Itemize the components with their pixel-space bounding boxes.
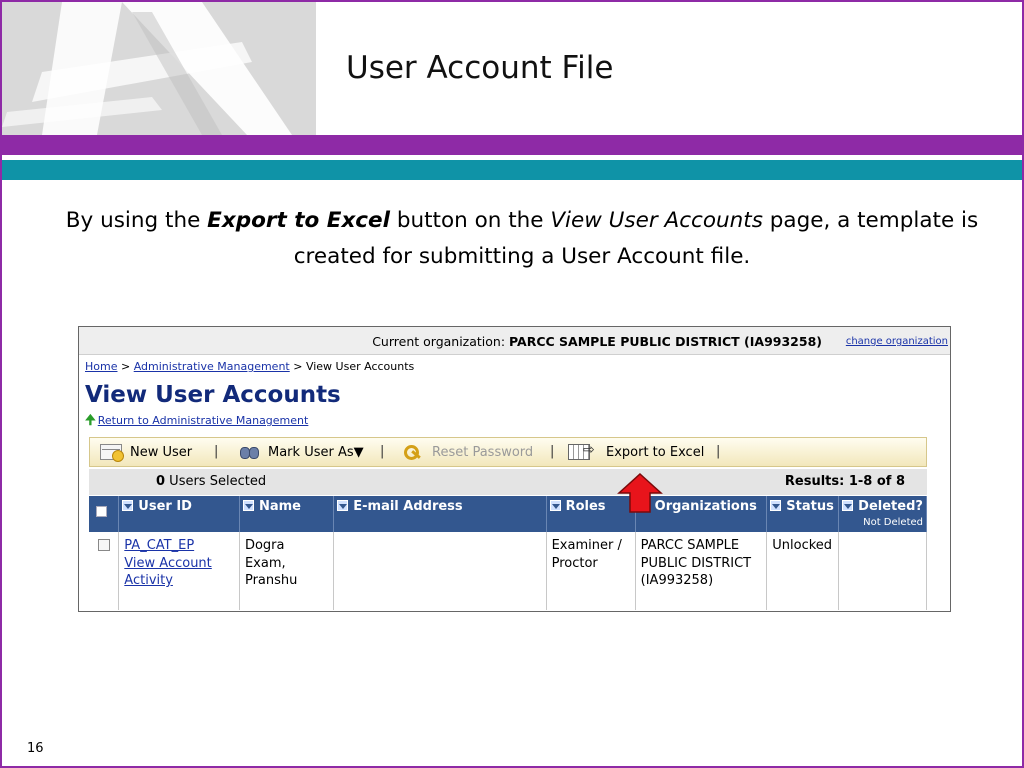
header-organizations-label: Organizations bbox=[654, 499, 757, 514]
view-account-activity-link[interactable]: View Account Activity bbox=[124, 556, 211, 589]
toolbar-separator: | bbox=[380, 444, 385, 459]
user-toolbar: New User | Mark User As▼ | Reset Passwor… bbox=[89, 437, 927, 467]
return-row: 🠉 Return to Administrative Management bbox=[85, 411, 308, 433]
selection-results-row: 0 Users Selected Results: 1-8 of 8 bbox=[89, 469, 927, 495]
new-user-label: New User bbox=[130, 444, 193, 460]
teal-divider-bar bbox=[2, 160, 1022, 180]
header-deleted-label: Deleted? bbox=[858, 499, 923, 514]
intro-text-part: By using the bbox=[65, 208, 208, 233]
table-header-row: User ID Name E-mail Address Roles Organi… bbox=[89, 496, 927, 532]
select-all-checkbox[interactable] bbox=[96, 506, 107, 517]
mark-user-as-button[interactable]: Mark User As▼ bbox=[238, 444, 364, 460]
header-roles-label: Roles bbox=[565, 499, 606, 514]
slide-title: User Account File bbox=[346, 50, 614, 86]
binoculars-icon bbox=[238, 444, 260, 460]
users-selected-count: 0 bbox=[156, 474, 166, 489]
header-status-label: Status bbox=[786, 499, 834, 514]
sort-icon bbox=[842, 500, 854, 511]
sort-icon bbox=[549, 500, 561, 511]
status-cell: Unlocked bbox=[766, 532, 840, 610]
reset-password-button[interactable]: Reset Password bbox=[402, 444, 533, 460]
view-user-accounts-screenshot: Current organization: PARCC SAMPLE PUBLI… bbox=[78, 326, 951, 612]
org-label-text: Current organization: bbox=[372, 334, 510, 349]
change-organization-link[interactable]: change organization bbox=[846, 336, 948, 347]
export-to-excel-button[interactable]: Export to Excel bbox=[568, 442, 705, 460]
users-selected-label: Users Selected bbox=[165, 474, 267, 489]
header-user-id-label: User ID bbox=[138, 499, 192, 514]
breadcrumb-current: View User Accounts bbox=[305, 360, 415, 373]
header-deleted[interactable]: Deleted? Not Deleted bbox=[838, 496, 927, 532]
current-organization-bar: Current organization: PARCC SAMPLE PUBLI… bbox=[79, 327, 950, 355]
user-id-cell: PA_CAT_EP View Account Activity bbox=[118, 532, 240, 610]
toolbar-separator: | bbox=[550, 444, 555, 459]
header-name-label: Name bbox=[258, 499, 301, 514]
header-name[interactable]: Name bbox=[239, 496, 335, 532]
red-up-arrow-icon bbox=[617, 473, 663, 513]
brand-logo bbox=[2, 2, 316, 135]
roles-cell: Examiner / Proctor bbox=[546, 532, 636, 610]
intro-emphasis-view: View User Accounts bbox=[550, 208, 763, 233]
intro-text-part: button on the bbox=[390, 208, 551, 233]
organizations-cell: PARCC SAMPLE PUBLIC DISTRICT (IA993258) bbox=[635, 532, 768, 610]
excel-export-icon bbox=[568, 442, 595, 460]
name-cell: Dogra Exam, Pranshu bbox=[239, 532, 335, 610]
users-selected: 0 Users Selected bbox=[156, 474, 266, 489]
breadcrumb: Home > Administrative Management > View … bbox=[85, 360, 414, 373]
results-count: Results: 1-8 of 8 bbox=[784, 474, 905, 489]
user-id-link[interactable]: PA_CAT_EP bbox=[124, 538, 194, 553]
table-row: PA_CAT_EP View Account Activity Dogra Exa… bbox=[89, 532, 927, 610]
export-to-excel-label: Export to Excel bbox=[606, 444, 705, 460]
deleted-cell bbox=[838, 532, 927, 610]
sort-icon bbox=[770, 500, 782, 511]
breadcrumb-separator: > bbox=[117, 360, 134, 373]
letter-a-logo-icon bbox=[2, 2, 316, 135]
page-number: 16 bbox=[27, 741, 44, 756]
header-user-id[interactable]: User ID bbox=[118, 496, 240, 532]
sort-icon bbox=[337, 500, 349, 511]
header-email[interactable]: E-mail Address bbox=[333, 496, 547, 532]
user-accounts-table: User ID Name E-mail Address Roles Organi… bbox=[89, 496, 927, 610]
reset-password-label: Reset Password bbox=[432, 444, 534, 460]
intro-text: By using the Export to Excel button on t… bbox=[40, 203, 1004, 275]
page-heading: View User Accounts bbox=[85, 382, 341, 408]
intro-emphasis-export: Export to Excel bbox=[207, 208, 391, 233]
sort-icon bbox=[122, 500, 134, 511]
current-organization-label: Current organization: PARCC SAMPLE PUBLI… bbox=[372, 334, 822, 349]
sort-icon bbox=[242, 500, 254, 511]
key-icon bbox=[402, 444, 424, 460]
toolbar-separator: | bbox=[214, 444, 219, 459]
row-select-cell bbox=[89, 532, 120, 610]
return-to-admin-link[interactable]: Return to Administrative Management bbox=[98, 414, 309, 427]
new-user-icon bbox=[100, 444, 124, 462]
email-cell bbox=[333, 532, 547, 610]
toolbar-separator: | bbox=[716, 444, 721, 459]
header-status[interactable]: Status bbox=[766, 496, 840, 532]
new-user-button[interactable]: New User bbox=[100, 444, 193, 462]
breadcrumb-admin-link[interactable]: Administrative Management bbox=[134, 360, 290, 373]
org-name: PARCC SAMPLE PUBLIC DISTRICT (IA993258) bbox=[509, 334, 822, 349]
breadcrumb-home-link[interactable]: Home bbox=[85, 360, 117, 373]
breadcrumb-separator: > bbox=[289, 360, 306, 373]
deleted-filter-label: Not Deleted bbox=[863, 517, 923, 528]
row-checkbox[interactable] bbox=[98, 539, 110, 551]
header-email-label: E-mail Address bbox=[353, 499, 463, 514]
up-arrow-icon: 🠉 bbox=[85, 413, 96, 428]
purple-divider-bar bbox=[2, 135, 1022, 155]
mark-user-as-label: Mark User As▼ bbox=[268, 444, 364, 460]
select-all-header bbox=[89, 496, 120, 532]
